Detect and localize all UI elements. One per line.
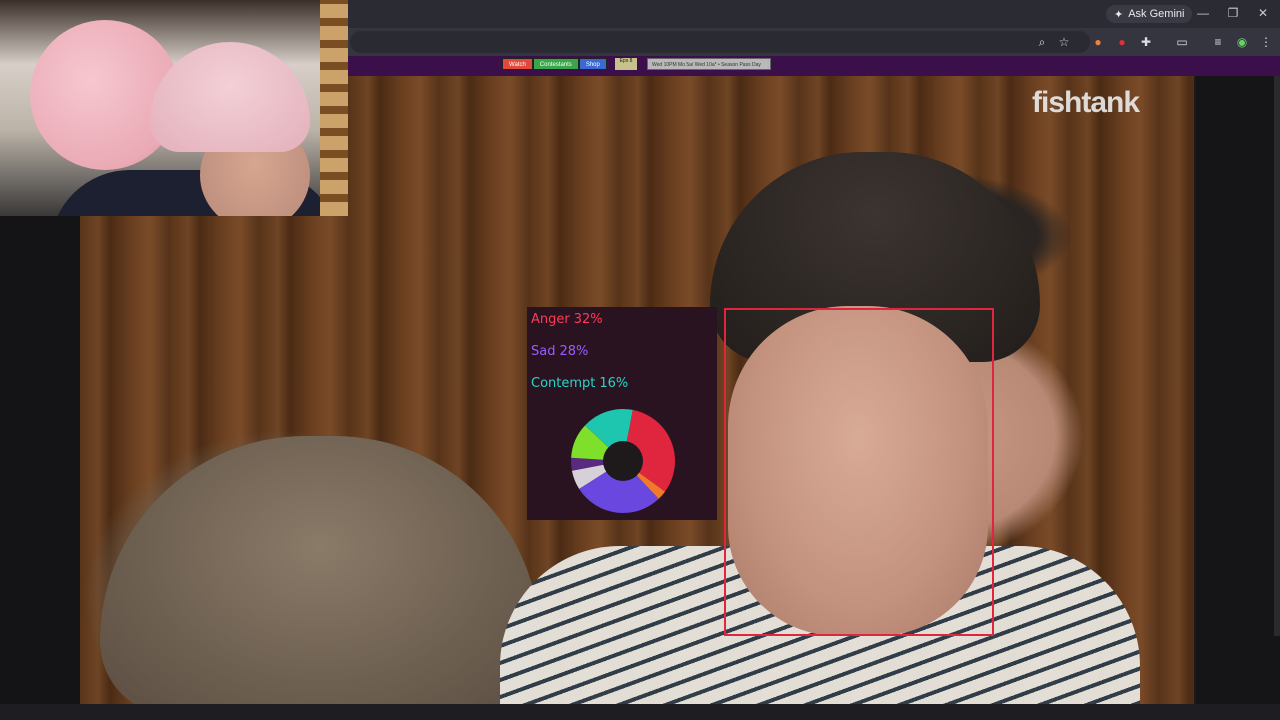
emotion-sad-name: Sad [531,344,556,359]
emotion-contempt: Contempt 16% [531,376,628,391]
ask-gemini-button[interactable]: ✦ Ask Gemini [1106,5,1193,23]
emotion-panel: Anger 32% Sad 28% Contempt 16% [527,307,717,520]
fishtank-watermark: fishtank [1032,86,1140,119]
zoom-icon[interactable]: ⌕ [1034,34,1050,50]
restore-icon[interactable]: ❐ [1224,6,1242,20]
extension-a-icon[interactable]: ● [1090,34,1106,50]
face-detection-box [724,308,994,636]
extension-b-icon[interactable]: ● [1114,34,1130,50]
ask-gemini-label: Ask Gemini [1128,8,1185,20]
media-icon[interactable]: ≡ [1210,34,1226,50]
foreground-head [100,436,540,704]
now-playing-banner[interactable]: Wed 10PM Mo 5a/ Wed 10a* • Season Pass D… [647,58,771,70]
emotion-anger: Anger 32% [531,312,603,327]
chat-panel [1196,76,1280,704]
star-icon[interactable]: ☆ [1056,34,1072,50]
minimize-icon[interactable]: — [1194,6,1212,20]
emotion-sad: Sad 28% [531,344,588,359]
sparkle-icon: ✦ [1114,8,1124,21]
cast-icon[interactable]: ▭ [1174,34,1190,50]
emotion-anger-name: Anger [531,312,570,327]
emotion-sad-value: 28% [559,344,589,359]
webcam-overlay [0,0,348,216]
episode-button[interactable]: Eps 8 [615,58,637,70]
nav-shop-button[interactable]: Shop [578,58,607,70]
menu-icon[interactable]: ⋮ [1258,34,1274,50]
emotion-contempt-value: 16% [599,376,629,391]
emotion-contempt-name: Contempt [531,376,596,391]
profile-icon[interactable]: ◉ [1234,34,1250,50]
address-bar[interactable] [350,31,1090,53]
puzzle-icon[interactable]: ✚ [1138,34,1154,50]
kirby-beanie [150,42,310,152]
nav-contestants-button[interactable]: Contestants [532,58,579,70]
giraffe-plush [320,0,348,216]
left-panel [0,216,80,704]
close-icon[interactable]: ✕ [1254,6,1272,20]
scrollbar[interactable] [1274,76,1280,636]
nav-watch-button[interactable]: Watch [502,58,533,70]
emotion-anger-value: 32% [573,312,603,327]
emotion-donut-chart [571,409,675,513]
donut-hole [603,441,643,481]
taskbar [0,704,1280,720]
site-nav: Watch Contestants Shop [502,58,607,70]
